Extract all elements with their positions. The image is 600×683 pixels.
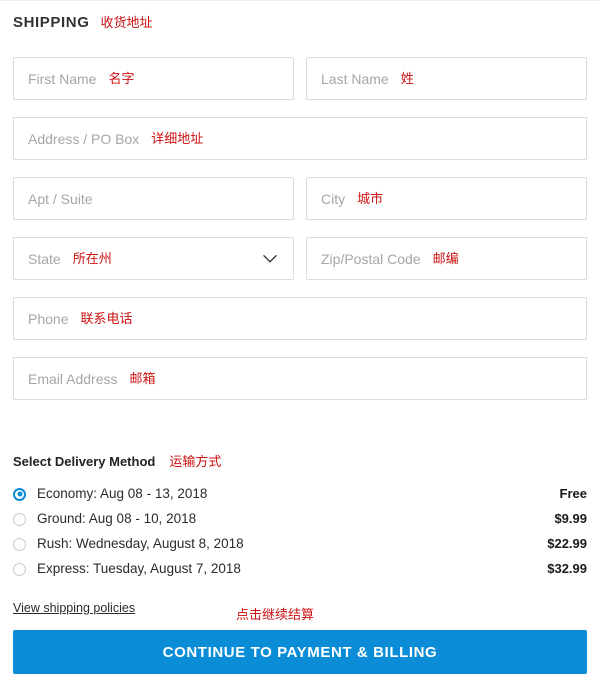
delivery-option-express[interactable]: Express: Tuesday, August 7, 2018 $32.99 [13,557,587,581]
state-annotation: 所在州 [72,251,112,266]
zip-placeholder: Zip/Postal Code [321,250,421,267]
city-placeholder: City [321,190,346,207]
shipping-checkout-page: SHIPPING 收货地址 First Name 名字 Last Name 姓 … [0,0,600,683]
first-name-annotation: 名字 [108,71,135,86]
last-name-annotation: 姓 [400,71,414,86]
radio-economy[interactable] [13,487,26,501]
delivery-option-rush[interactable]: Rush: Wednesday, August 8, 2018 $22.99 [13,532,587,556]
delivery-option-label: Ground: Aug 08 - 10, 2018 [37,511,197,526]
email-placeholder: Email Address [28,370,118,387]
delivery-method-header: Select Delivery Method 运输方式 [13,453,587,470]
phone-input[interactable]: Phone 联系电话 [13,297,587,340]
chevron-down-icon [263,254,277,262]
apt-suite-input[interactable]: Apt / Suite [13,177,294,220]
form-row: Email Address 邮箱 [13,357,587,400]
delivery-option-price: $9.99 [554,511,587,526]
phone-placeholder: Phone [28,310,69,327]
address-input[interactable]: Address / PO Box 详细地址 [13,117,587,160]
apt-suite-placeholder: Apt / Suite [28,190,93,207]
radio-ground[interactable] [13,512,26,526]
zip-input[interactable]: Zip/Postal Code 邮编 [306,237,587,280]
radio-rush[interactable] [13,537,26,551]
address-annotation: 详细地址 [151,131,204,146]
phone-annotation: 联系电话 [80,311,133,326]
continue-to-payment-button[interactable]: CONTINUE TO PAYMENT & BILLING [13,630,587,674]
form-row: State 所在州 Zip/Postal Code 邮编 [13,237,587,280]
delivery-option-price: Free [559,486,587,501]
last-name-input[interactable]: Last Name 姓 [306,57,587,100]
email-annotation: 邮箱 [129,371,156,386]
delivery-option-ground[interactable]: Ground: Aug 08 - 10, 2018 $9.99 [13,507,587,531]
delivery-option-economy[interactable]: Economy: Aug 08 - 13, 2018 Free [13,482,587,506]
first-name-input[interactable]: First Name 名字 [13,57,294,100]
view-shipping-policies-link[interactable]: View shipping policies [13,600,135,616]
form-row: Address / PO Box 详细地址 [13,117,587,160]
page-title: SHIPPING [13,14,90,31]
delivery-option-price: $32.99 [547,561,587,576]
delivery-method-section: Select Delivery Method 运输方式 Economy: Aug… [13,453,587,582]
continue-button-annotation: 点击继续结算 [236,607,315,622]
form-row: Apt / Suite City 城市 [13,177,587,220]
email-input[interactable]: Email Address 邮箱 [13,357,587,400]
shipping-form: First Name 名字 Last Name 姓 Address / PO B… [13,57,587,417]
form-row: Phone 联系电话 [13,297,587,340]
state-placeholder: State [28,250,61,267]
state-select[interactable]: State 所在州 [13,237,294,280]
delivery-option-label: Economy: Aug 08 - 13, 2018 [37,486,208,501]
delivery-method-title: Select Delivery Method [13,454,156,469]
delivery-option-price: $22.99 [547,536,587,551]
form-row: First Name 名字 Last Name 姓 [13,57,587,100]
city-input[interactable]: City 城市 [306,177,587,220]
delivery-option-label: Rush: Wednesday, August 8, 2018 [37,536,244,551]
last-name-placeholder: Last Name [321,70,389,87]
delivery-option-label: Express: Tuesday, August 7, 2018 [37,561,241,576]
delivery-method-annotation: 运输方式 [169,454,222,469]
address-placeholder: Address / PO Box [28,130,140,147]
radio-express[interactable] [13,562,26,576]
page-title-annotation: 收货地址 [100,15,153,30]
first-name-placeholder: First Name [28,70,97,87]
zip-annotation: 邮编 [432,251,459,266]
shipping-section-header: SHIPPING 收货地址 [13,14,153,32]
city-annotation: 城市 [357,191,384,206]
